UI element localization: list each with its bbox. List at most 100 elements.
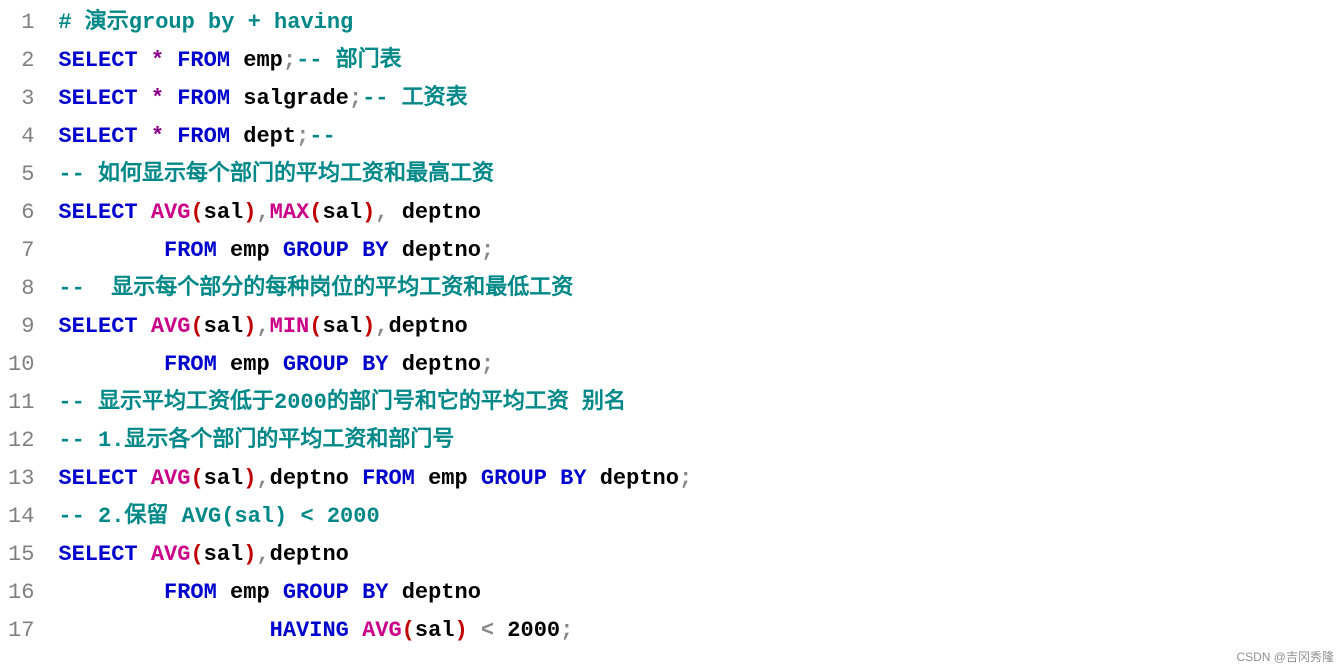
code-line: -- 如何显示每个部门的平均工资和最高工资 <box>58 156 692 194</box>
token <box>547 466 560 491</box>
token: ) <box>243 466 256 491</box>
token <box>230 124 243 149</box>
token: emp <box>230 352 270 377</box>
code-line: HAVING AVG(sal) < 2000; <box>58 612 692 650</box>
token: ) <box>454 618 467 643</box>
token <box>270 352 283 377</box>
token <box>270 580 283 605</box>
token <box>468 466 481 491</box>
token <box>138 200 151 225</box>
token: GROUP <box>481 466 547 491</box>
token: SELECT <box>58 124 137 149</box>
token: ; <box>349 86 362 111</box>
token <box>217 580 230 605</box>
token: , <box>256 466 269 491</box>
token: -- 1.显示各个部门的平均工资和部门号 <box>58 428 454 453</box>
token: -- 部门表 <box>296 48 402 73</box>
token: ( <box>190 200 203 225</box>
token: MIN <box>270 314 310 339</box>
token: FROM <box>164 580 217 605</box>
code-line: SELECT * FROM emp;-- 部门表 <box>58 42 692 80</box>
token: ; <box>560 618 573 643</box>
line-number: 17 <box>8 612 34 650</box>
token <box>138 48 151 73</box>
token: sal <box>204 466 244 491</box>
token <box>349 618 362 643</box>
token <box>494 618 507 643</box>
token: ; <box>296 124 309 149</box>
token <box>138 314 151 339</box>
token: FROM <box>164 352 217 377</box>
token: deptno <box>388 314 467 339</box>
token <box>217 238 230 263</box>
token: ) <box>362 314 375 339</box>
line-number: 14 <box>8 498 34 536</box>
token: AVG <box>151 200 191 225</box>
token: SELECT <box>58 542 137 567</box>
token: dept <box>243 124 296 149</box>
token <box>388 238 401 263</box>
line-number: 12 <box>8 422 34 460</box>
line-number: 3 <box>8 80 34 118</box>
line-number: 1 <box>8 4 34 42</box>
token <box>349 580 362 605</box>
token: BY <box>362 580 388 605</box>
token <box>388 200 401 225</box>
token <box>349 238 362 263</box>
token: -- 2.保留 AVG(sal) < 2000 <box>58 504 379 529</box>
code-line: -- 显示每个部分的每种岗位的平均工资和最低工资 <box>58 270 692 308</box>
token <box>388 352 401 377</box>
token: -- 工资表 <box>362 86 468 111</box>
token: < <box>481 618 494 643</box>
code-line: SELECT AVG(sal),MIN(sal),deptno <box>58 308 692 346</box>
token: ( <box>190 314 203 339</box>
line-number: 16 <box>8 574 34 612</box>
token <box>230 48 243 73</box>
watermark: CSDN @吉冈秀隆 <box>1236 648 1334 665</box>
token: FROM <box>164 238 217 263</box>
token: deptno <box>270 466 349 491</box>
token: ; <box>283 48 296 73</box>
token: sal <box>415 618 455 643</box>
line-number: 9 <box>8 308 34 346</box>
token: , <box>256 314 269 339</box>
token: GROUP <box>283 352 349 377</box>
line-number-gutter: 1234567891011121314151617 <box>8 4 58 650</box>
code-line: FROM emp GROUP BY deptno; <box>58 232 692 270</box>
token: ( <box>309 314 322 339</box>
token <box>388 580 401 605</box>
token <box>58 580 164 605</box>
token: ) <box>243 542 256 567</box>
token: SELECT <box>58 48 137 73</box>
line-number: 7 <box>8 232 34 270</box>
token: * <box>151 124 164 149</box>
token: ) <box>362 200 375 225</box>
token <box>217 352 230 377</box>
token: salgrade <box>243 86 349 111</box>
token: , <box>256 200 269 225</box>
token: sal <box>204 200 244 225</box>
code-line: -- 2.保留 AVG(sal) < 2000 <box>58 498 692 536</box>
token: ( <box>190 542 203 567</box>
code-editor: 1234567891011121314151617 # 演示group by +… <box>0 0 1342 650</box>
token: BY <box>362 352 388 377</box>
code-line: FROM emp GROUP BY deptno <box>58 574 692 612</box>
token <box>164 124 177 149</box>
token: emp <box>428 466 468 491</box>
token <box>164 86 177 111</box>
token: sal <box>322 314 362 339</box>
token <box>138 86 151 111</box>
token: ; <box>481 352 494 377</box>
token <box>164 48 177 73</box>
token: SELECT <box>58 466 137 491</box>
token: FROM <box>362 466 415 491</box>
token <box>138 542 151 567</box>
token <box>58 618 269 643</box>
token <box>468 618 481 643</box>
line-number: 11 <box>8 384 34 422</box>
token <box>270 238 283 263</box>
token: -- 如何显示每个部门的平均工资和最高工资 <box>58 162 494 187</box>
token: -- <box>309 124 335 149</box>
token: sal <box>204 314 244 339</box>
token: MAX <box>270 200 310 225</box>
